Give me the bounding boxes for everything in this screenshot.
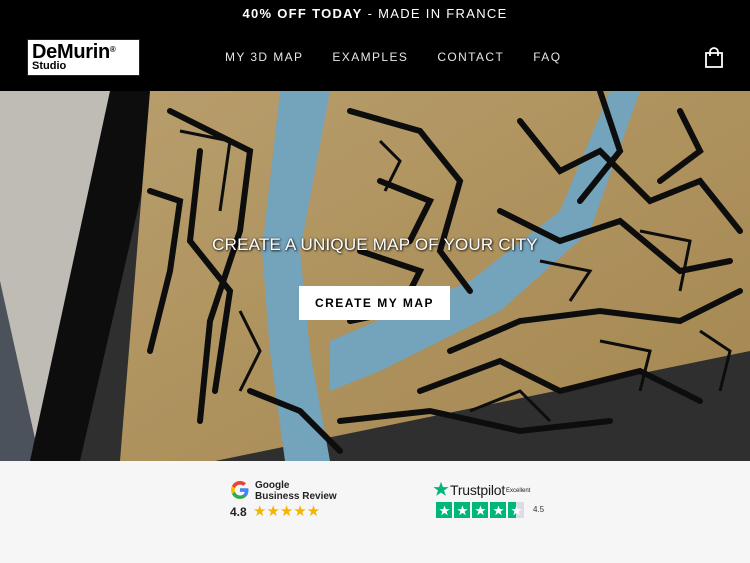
trustpilot-brand: Trustpilot [450,482,506,498]
google-stars: ★★★★★ [253,503,321,520]
trustpilot-star-2 [454,502,470,518]
cart-button[interactable] [703,47,725,69]
announcement-rest: - MADE IN FRANCE [362,6,508,21]
hero-map-image [0,91,750,461]
trustpilot-star-icon [433,481,449,496]
trustpilot-star-5 [508,502,524,518]
google-g-icon [231,481,249,499]
google-label: Google [255,480,290,491]
logo-registered-mark: ® [109,45,116,54]
create-my-map-button[interactable]: CREATE MY MAP [299,286,450,320]
hero-title: CREATE A UNIQUE MAP OF YOUR CITY [212,235,538,254]
trustpilot-star-4 [490,502,506,518]
logo[interactable]: DeMurin® Studio [27,39,140,76]
nav-item-my-3d-map[interactable]: MY 3D MAP [225,50,303,64]
google-rating: 4.8 [230,505,247,519]
reviews-section: Google Business Review 4.8 ★★★★★ Trustpi… [0,461,750,563]
main-nav: MY 3D MAP EXAMPLES CONTACT FAQ [225,50,561,64]
shopping-bag-icon [705,47,723,68]
trustpilot-star-1 [436,502,452,518]
logo-main: DeMurin® [32,42,139,62]
header: 40% OFF TODAY - MADE IN FRANCE DeMurin® … [0,0,750,91]
trustpilot-stars [436,502,524,518]
announcement-bold: 40% OFF TODAY [242,6,363,21]
nav-item-contact[interactable]: CONTACT [437,50,504,64]
nav-item-faq[interactable]: FAQ [533,50,561,64]
hero-banner: CREATE A UNIQUE MAP OF YOUR CITY CREATE … [0,91,750,461]
trustpilot-rating-word: Excellent [506,488,531,494]
announcement-bar: 40% OFF TODAY - MADE IN FRANCE [0,6,750,21]
google-sublabel: Business Review [255,491,337,502]
trustpilot-score: 4.5 [533,505,545,514]
nav-item-examples[interactable]: EXAMPLES [332,50,408,64]
trustpilot-star-3 [472,502,488,518]
